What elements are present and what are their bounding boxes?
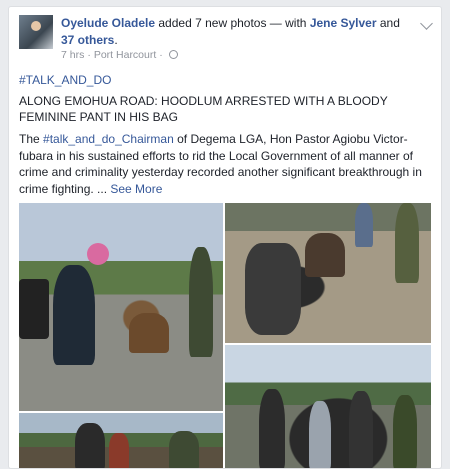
see-more-link[interactable]: See More (110, 182, 162, 196)
photo-1[interactable] (19, 203, 223, 411)
period-text: . (114, 33, 118, 47)
others-link[interactable]: 37 others (61, 33, 114, 47)
chevron-down-icon[interactable] (420, 17, 433, 30)
photo-3[interactable] (225, 345, 431, 468)
post-body: The #talk_and_do_Chairman of Degema LGA,… (19, 131, 433, 197)
hashtag-link[interactable]: #TALK_AND_DO (19, 73, 111, 87)
body-hashtag-link[interactable]: #talk_and_do_Chairman (43, 132, 174, 146)
post-meta: 7 hrs · Port Harcourt · (61, 49, 178, 61)
meta-separator-2: · (159, 49, 163, 61)
avatar[interactable] (19, 15, 53, 49)
tagged-link[interactable]: Jene Sylver (310, 16, 377, 30)
post-headline: ALONG EMOHUA ROAD: HOODLUM ARRESTED WITH… (19, 94, 388, 124)
location-link[interactable]: Port Harcourt (94, 49, 156, 61)
photo-4[interactable] (19, 413, 223, 468)
body-prefix: The (19, 132, 44, 146)
meta-separator: · (87, 49, 91, 61)
photo-2[interactable] (225, 203, 431, 343)
action-text: added 7 new photos — with (155, 16, 310, 30)
post-card: Oyelude Oladele added 7 new photos — wit… (8, 6, 442, 469)
and-text: and (376, 16, 400, 30)
post-header: Oyelude Oladele added 7 new photos — wit… (61, 15, 401, 49)
globe-icon (168, 50, 178, 59)
author-link[interactable]: Oyelude Oladele (61, 16, 155, 30)
timestamp[interactable]: 7 hrs (61, 49, 84, 61)
